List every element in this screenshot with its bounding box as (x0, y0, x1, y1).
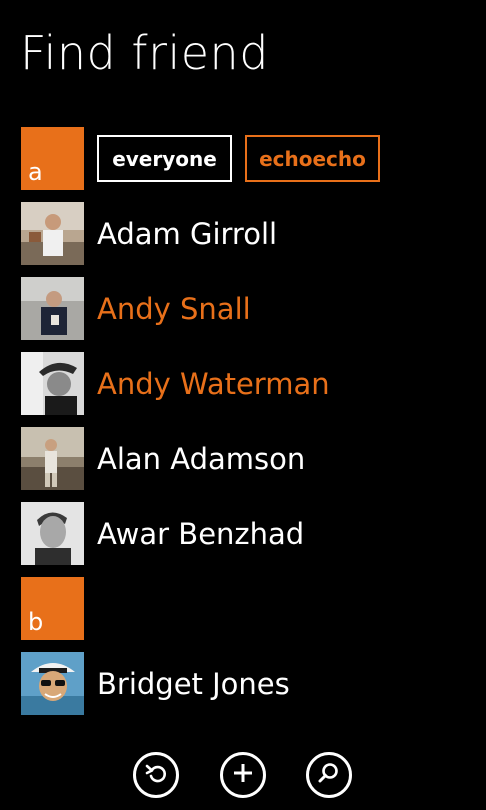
contact-item-andy-waterman[interactable]: Andy Waterman (21, 352, 461, 415)
undo-button[interactable] (133, 752, 179, 798)
contact-item-adam-girroll[interactable]: Adam Girroll (21, 202, 461, 265)
avatar (21, 652, 84, 715)
page-title: Find friend (20, 26, 269, 80)
contact-name: Awar Benzhad (97, 516, 305, 551)
contact-item-alan-adamson[interactable]: Alan Adamson (21, 427, 461, 490)
contact-item-andy-snall[interactable]: Andy Snall (21, 277, 461, 340)
group-letter: b (28, 608, 44, 636)
avatar (21, 202, 84, 265)
filter-everyone-button[interactable]: everyone (97, 135, 232, 182)
contact-name: Bridget Jones (97, 666, 290, 701)
group-letter: a (28, 158, 43, 186)
group-header-a[interactable]: a (21, 127, 84, 190)
avatar (21, 352, 84, 415)
filter-echoecho-button[interactable]: echoecho (245, 135, 380, 182)
undo-icon (144, 761, 168, 789)
contact-name: Andy Waterman (97, 366, 330, 401)
contact-name: Andy Snall (97, 291, 251, 326)
contact-item-awar-benzhad[interactable]: Awar Benzhad (21, 502, 461, 565)
avatar (21, 502, 84, 565)
contact-item-bridget-jones[interactable]: Bridget Jones (21, 652, 461, 715)
add-icon (231, 761, 255, 789)
contact-name: Alan Adamson (97, 441, 306, 476)
avatar (21, 427, 84, 490)
avatar (21, 277, 84, 340)
add-button[interactable] (220, 752, 266, 798)
search-button[interactable] (306, 752, 352, 798)
search-icon (317, 761, 341, 789)
contact-name: Adam Girroll (97, 216, 278, 251)
group-header-b[interactable]: b (21, 577, 84, 640)
